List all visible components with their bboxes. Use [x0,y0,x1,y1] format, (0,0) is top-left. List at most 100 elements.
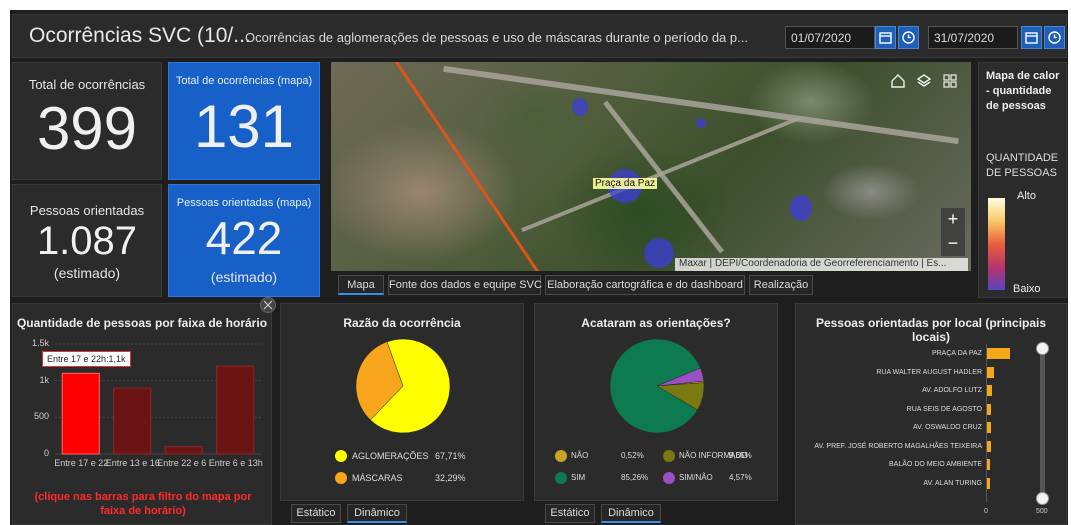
bar[interactable] [216,365,255,455]
x-tick: Entre 17 e 22 [54,458,109,468]
clock-icon[interactable] [1044,26,1065,49]
indicator-value: 131 [193,93,295,160]
chart-filter-hint: (clique nas barras para filtro do mapa p… [34,491,252,517]
indicator-title: Pessoas orientadas (mapa) [176,197,312,209]
tab-static[interactable]: Estático [545,504,595,523]
tab-cartography[interactable]: Elaboração cartográfica e do dashboard [545,275,745,295]
y-tick: 0 [43,448,49,458]
layers-icon[interactable] [913,70,935,92]
focus-mode-icon[interactable] [260,297,276,313]
y-tick: 500 [33,411,49,422]
tab-data-sources[interactable]: Fonte dos dados e equipe SVC [388,275,542,295]
legend-label: AGLOMERAÇÕES [352,451,429,461]
map-boundary-line [381,62,541,271]
range-slider-track[interactable] [1040,349,1045,501]
bar-label: AV. ALAN TURING [923,479,982,487]
start-date-input[interactable]: 01/07/2020 [785,26,875,49]
tab-dynamic[interactable]: Dinâmico [601,504,661,523]
bar[interactable] [164,446,203,455]
heat-spot [790,195,812,221]
locations-chart-panel: Pessoas orientadas por local (principais… [795,303,1067,525]
bar-label: RUA SEIS DE AGOSTO [906,405,982,413]
bar-label: RUA WALTER AUGUST HADLER [876,368,982,376]
legend-title: Mapa de calor - quantidade de pessoas [986,70,1060,112]
compliance-chart-panel: Acataram as orientações? NÃO 0,52% NÃO INF… [534,303,778,501]
map-road [443,65,959,145]
legend-label: SIM/NÃO [679,473,713,482]
dashboard-subtitle: Ocorrências de aglomerações de pessoas e… [245,30,748,45]
map-place-label: Praça da Paz [593,178,658,189]
reason-pie-chart [355,338,451,434]
heat-spot [572,98,588,116]
x-tick: Entre 6 e 13h [208,458,263,468]
indicator-footer: (estimado) [53,265,121,281]
legend-percent: 0,52% [621,451,644,460]
indicator-title: Total de ocorrências [28,77,146,92]
legend-label: SIM [571,473,586,482]
legend-swatch [663,450,675,462]
indicator-value: 1.087 [36,219,138,263]
legend-percent: 9,65% [729,451,752,460]
locations-bar-chart: PRAÇA DA PAZ RUA WALTER AUGUST HADLER AV. … [796,304,1068,525]
range-slider-handle[interactable] [1036,342,1049,355]
tab-map[interactable]: Mapa [338,275,384,295]
indicator-value: 422 [205,212,283,264]
calendar-icon[interactable] [1021,26,1042,49]
legend-field: QUANTIDADE DE PESSOAS [986,152,1059,179]
bar-label: AV. OSWALDO CRUZ [913,424,982,431]
calendar-icon[interactable] [875,26,896,49]
legend-swatch [663,472,675,484]
legend-label: NÃO [571,451,589,460]
bar-label: PRAÇA DA PAZ [931,350,982,357]
bar-label: AV. ADOLFO LUTZ [922,387,982,394]
tab-dynamic[interactable]: Dinâmico [347,504,407,523]
header-bar: Ocorrências SVC (10/... Ocorrências de a… [12,14,1067,58]
legend-swatch [555,450,567,462]
indicator-value: 399 [36,95,138,162]
satellite-map[interactable]: Praça da Paz + − Maxar | DEPI/Coordenado… [331,62,971,271]
end-date-input[interactable]: 31/07/2020 [928,26,1018,49]
basemap-gallery-icon[interactable] [939,70,961,92]
legend-percent: 67,71% [435,451,466,461]
indicator-title: Total de ocorrências (mapa) [175,75,313,87]
bar-label: BALÃO DO MEIO AMBIENTE [889,461,982,468]
legend-high-label: Alto [1017,190,1036,202]
tab-static[interactable]: Estático [291,504,341,523]
heat-spot [696,118,706,128]
bar[interactable] [986,366,995,378]
indicator-footer: (estimado) [210,269,278,285]
total-occurrences-map-indicator: Total de ocorrências (mapa) 131 [168,62,320,180]
x-tick: 500 [1036,508,1048,515]
bar[interactable] [986,348,1010,359]
clock-icon[interactable] [898,26,919,49]
legend-percent: 85,26% [621,473,649,482]
dashboard-title: Ocorrências SVC (10/... [29,24,251,47]
legend-low-label: Baixo [1013,283,1041,295]
chart-tooltip: Entre 17 e 22h:1,1k [42,351,131,367]
y-tick: 1k [39,374,49,385]
axis-line [986,344,987,502]
map-attribution: Maxar | DEPI/Coordenadoria de Georrefere… [675,258,968,271]
legend-swatch [335,450,347,462]
bar[interactable] [61,372,100,455]
range-slider-handle[interactable] [1036,492,1049,505]
zoom-in-button[interactable]: + [941,208,965,232]
bar-label: AV. PREF. JOSÉ ROBERTO MAGALHÃES TEIXEIR… [814,442,982,450]
legend-percent: 32,29% [435,473,466,483]
x-tick: 0 [984,508,988,515]
tab-credits[interactable]: Realização [749,275,813,295]
people-oriented-map-indicator: Pessoas orientadas (mapa) 422 (estimado) [168,184,320,297]
home-icon[interactable] [887,70,909,92]
legend-label: MÁSCARAS [352,473,403,483]
legend-swatch [555,472,567,484]
legend-color-ramp [988,198,1005,290]
map-road [521,115,801,233]
zoom-out-button[interactable]: − [941,232,965,256]
people-oriented-indicator: Pessoas orientadas 1.087 (estimado) [12,184,162,297]
legend-swatch [335,472,347,484]
total-occurrences-indicator: Total de ocorrências 399 [12,62,162,180]
heatmap-legend: Mapa de calor - quantidade de pessoas QU… [978,62,1067,298]
x-tick: Entre 22 e 6 [157,458,207,468]
bar[interactable] [113,387,152,455]
y-tick: 1.5k [31,338,49,348]
